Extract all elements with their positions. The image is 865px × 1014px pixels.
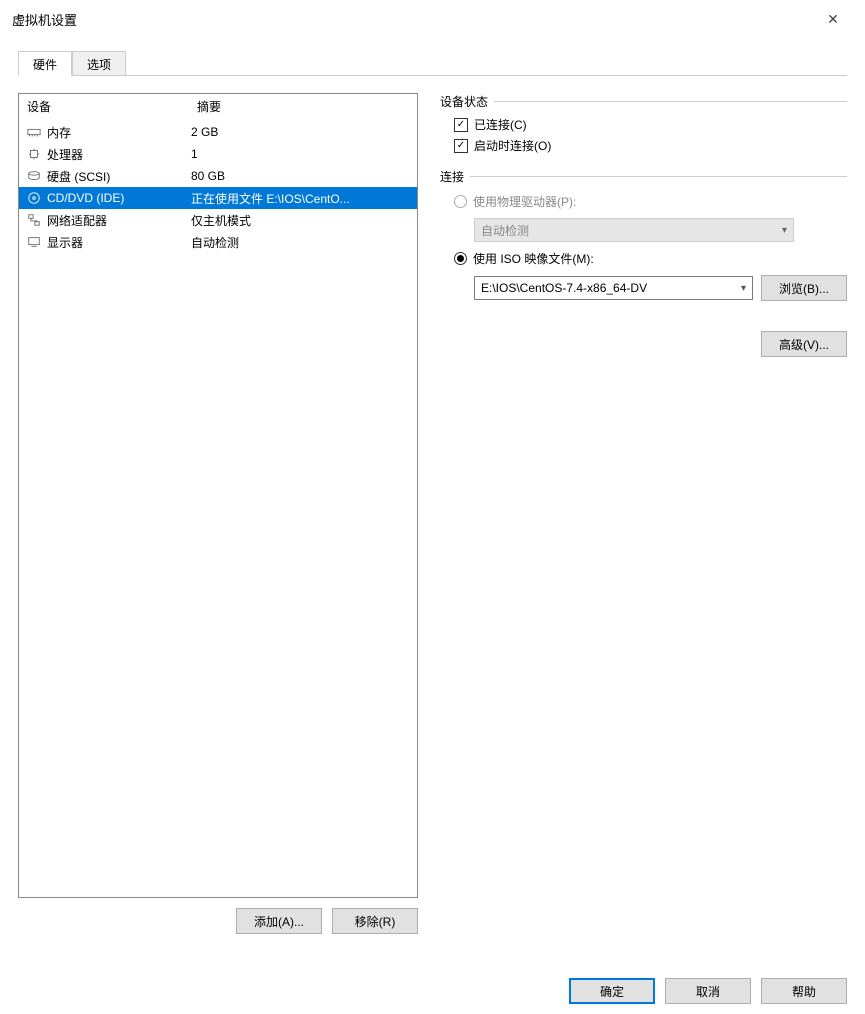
physical-drive-radio-row[interactable]: 使用物理驱动器(P): (454, 193, 847, 210)
content: 硬件 选项 设备 摘要 内存 2 GB (18, 50, 847, 964)
device-name: 显示器 (47, 234, 83, 251)
disc-icon (25, 190, 43, 206)
help-button[interactable]: 帮助 (761, 978, 847, 1004)
group-title: 设备状态 (440, 93, 488, 110)
device-list-header: 设备 摘要 (19, 94, 417, 121)
device-row-cddvd[interactable]: CD/DVD (IDE) 正在使用文件 E:\IOS\CentO... (19, 187, 417, 209)
device-summary: 仅主机模式 (191, 212, 411, 229)
chevron-down-icon: ▾ (741, 283, 746, 294)
tab-options[interactable]: 选项 (72, 51, 126, 76)
device-row-hdd[interactable]: 硬盘 (SCSI) 80 GB (19, 165, 417, 187)
hdd-icon (25, 168, 43, 184)
checkbox-icon: ✓ (454, 118, 468, 132)
device-row-cpu[interactable]: 处理器 1 (19, 143, 417, 165)
device-row-net[interactable]: 网络适配器 仅主机模式 (19, 209, 417, 231)
device-name: 网络适配器 (47, 212, 107, 229)
add-button[interactable]: 添加(A)... (236, 908, 322, 934)
connection-group: 连接 使用物理驱动器(P): 自动检测 ▾ 使用 ISO 映像文件(M): (440, 168, 847, 301)
radio-icon (454, 195, 467, 208)
connect-poweron-label: 启动时连接(O) (474, 137, 551, 154)
chevron-down-icon: ▾ (782, 225, 787, 236)
device-list: 设备 摘要 内存 2 GB 处理器 1 (18, 93, 418, 898)
tabs: 硬件 选项 (18, 50, 847, 76)
ok-button[interactable]: 确定 (569, 978, 655, 1004)
network-icon (25, 212, 43, 228)
left-column: 设备 摘要 内存 2 GB 处理器 1 (18, 93, 418, 934)
group-title: 连接 (440, 168, 464, 185)
divider (470, 176, 847, 177)
physical-drive-label: 使用物理驱动器(P): (473, 193, 576, 210)
display-icon (25, 234, 43, 250)
window-title: 虚拟机设置 (12, 10, 813, 29)
right-column: 设备状态 ✓ 已连接(C) ✓ 启动时连接(O) 连接 (440, 93, 847, 934)
cpu-icon (25, 146, 43, 162)
connected-checkbox-row[interactable]: ✓ 已连接(C) (454, 116, 847, 133)
footer-buttons: 确定 取消 帮助 (569, 978, 847, 1004)
close-button[interactable]: ✕ (813, 11, 853, 28)
col-device: 设备 (27, 98, 197, 115)
device-summary: 1 (191, 147, 411, 161)
browse-button[interactable]: 浏览(B)... (761, 275, 847, 301)
device-name: 硬盘 (SCSI) (47, 168, 110, 185)
connect-poweron-checkbox-row[interactable]: ✓ 启动时连接(O) (454, 137, 847, 154)
tab-body: 设备 摘要 内存 2 GB 处理器 1 (18, 75, 847, 934)
iso-path-value: E:\IOS\CentOS-7.4-x86_64-DV (481, 281, 647, 295)
iso-path-combo[interactable]: E:\IOS\CentOS-7.4-x86_64-DV ▾ (474, 276, 753, 300)
physical-drive-combo: 自动检测 ▾ (474, 218, 794, 242)
device-summary: 自动检测 (191, 234, 411, 251)
iso-label: 使用 ISO 映像文件(M): (473, 250, 594, 267)
titlebar: 虚拟机设置 ✕ (0, 0, 865, 40)
device-summary: 80 GB (191, 169, 411, 183)
device-row-display[interactable]: 显示器 自动检测 (19, 231, 417, 253)
cancel-button[interactable]: 取消 (665, 978, 751, 1004)
advanced-button[interactable]: 高级(V)... (761, 331, 847, 357)
advanced-row: 高级(V)... (440, 331, 847, 357)
device-summary: 2 GB (191, 125, 411, 139)
device-row-memory[interactable]: 内存 2 GB (19, 121, 417, 143)
iso-radio-row[interactable]: 使用 ISO 映像文件(M): (454, 250, 847, 267)
remove-button[interactable]: 移除(R) (332, 908, 418, 934)
physical-drive-value: 自动检测 (481, 222, 529, 239)
connected-label: 已连接(C) (474, 116, 527, 133)
device-name: 内存 (47, 124, 71, 141)
device-summary: 正在使用文件 E:\IOS\CentO... (191, 190, 411, 207)
device-status-group: 设备状态 ✓ 已连接(C) ✓ 启动时连接(O) (440, 93, 847, 154)
divider (494, 101, 847, 102)
col-summary: 摘要 (197, 98, 409, 115)
radio-icon (454, 252, 467, 265)
tab-hardware[interactable]: 硬件 (18, 51, 72, 76)
device-name: 处理器 (47, 146, 83, 163)
device-name: CD/DVD (IDE) (47, 191, 124, 205)
left-buttons: 添加(A)... 移除(R) (18, 908, 418, 934)
memory-icon (25, 124, 43, 140)
checkbox-icon: ✓ (454, 139, 468, 153)
